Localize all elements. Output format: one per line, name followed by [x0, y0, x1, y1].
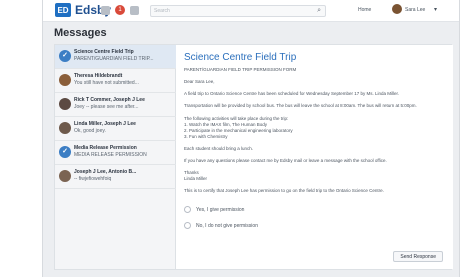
message-preview: PARENT/GUARDIAN FIELD TRIP...: [74, 56, 154, 62]
certify-statement: This is to certify that Joseph Lee has p…: [184, 188, 384, 193]
message-preview: Joey -- please see me after...: [74, 104, 139, 110]
user-name[interactable]: Sara Lee: [405, 7, 425, 13]
permission-yes-radio[interactable]: [184, 206, 191, 213]
user-avatar[interactable]: [392, 4, 402, 14]
activity-1: 1. Watch the IMAX film, The Human Body: [184, 122, 268, 127]
contact-note: If you have any questions please contact…: [184, 158, 387, 163]
message-item-science-centre[interactable]: ✓ Science Centre Field Trip PARENT/GUARD…: [55, 45, 176, 69]
check-icon: ✓: [59, 50, 71, 62]
person-avatar: [59, 122, 71, 134]
message-preview: You still have not submitted...: [74, 80, 139, 86]
message-title: Media Release Permission: [74, 145, 137, 151]
lunch-note: Each student should bring a lunch.: [184, 146, 254, 151]
activities-intro: The following activities will take place…: [184, 116, 289, 121]
message-item-linda[interactable]: Linda Miller, Joseph J Lee Ok, good joey…: [55, 117, 176, 141]
permission-no-label[interactable]: No, I do not give permission: [196, 223, 258, 229]
message-preview: MEDIA RELEASE PERMISSION: [74, 152, 147, 158]
send-response-button[interactable]: Send Response: [393, 251, 443, 262]
search-icon[interactable]: ⌕: [317, 7, 321, 15]
page-title: Messages: [54, 27, 107, 39]
body-line-2: Transportation will be provided by schoo…: [184, 103, 417, 108]
message-title: Joseph J Lee, Antonio B...: [74, 169, 137, 175]
message-title: Linda Miller, Joseph J Lee: [74, 121, 136, 127]
greeting: Dear Sara Lee,: [184, 79, 215, 84]
person-avatar: [59, 98, 71, 110]
messages-panel: ✓ Science Centre Field Trip PARENT/GUARD…: [54, 44, 453, 270]
message-title: Theresa Hildebrandt: [74, 73, 123, 79]
permission-yes-label[interactable]: Yes, I give permission: [196, 207, 244, 213]
permission-no-radio[interactable]: [184, 222, 191, 229]
signature: Linda Miller: [184, 176, 208, 181]
person-avatar: [59, 170, 71, 182]
message-item-media-release[interactable]: ✓ Media Release Permission MEDIA RELEASE…: [55, 141, 176, 165]
search-placeholder: Search: [154, 8, 170, 14]
message-title: Science Centre Field Trip: [74, 49, 134, 55]
activity-3: 3. Fun with Chemistry: [184, 134, 228, 139]
grid-icon[interactable]: [130, 6, 139, 15]
activity-2: 2. Participate in the mechanical enginee…: [184, 128, 293, 133]
check-icon: ✓: [59, 146, 71, 158]
form-name: PARENT/GUARDIAN FIELD TRIP PERMISSION FO…: [184, 67, 297, 72]
notification-badge[interactable]: 1: [115, 5, 125, 15]
person-avatar: [59, 74, 71, 86]
home-link[interactable]: Home: [358, 7, 371, 13]
message-title: Rick T Commer, Joseph J Lee: [74, 97, 145, 103]
apps-icon[interactable]: [101, 6, 110, 15]
thanks: Thanks: [184, 170, 199, 175]
message-preview: Ok, good joey.: [74, 128, 106, 134]
body-line-1: A field trip to Ontario Science Centre h…: [184, 91, 400, 96]
top-bar: ED Edsby 1 Search ⌕ Home Sara Lee ▾: [43, 0, 459, 22]
message-preview: -- fiwjefiowehfoiq: [74, 176, 112, 182]
logo-mark-icon: ED: [55, 3, 71, 17]
message-detail: Science Centre Field Trip PARENT/GUARDIA…: [176, 45, 453, 269]
message-detail-title: Science Centre Field Trip: [184, 52, 297, 63]
chevron-down-icon[interactable]: ▾: [434, 6, 437, 13]
message-item-joseph[interactable]: Joseph J Lee, Antonio B... -- fiwjefiowe…: [55, 165, 176, 189]
search-input[interactable]: Search ⌕: [150, 5, 326, 17]
message-list: ✓ Science Centre Field Trip PARENT/GUARD…: [55, 45, 176, 269]
app-frame: ED Edsby 1 Search ⌕ Home Sara Lee ▾ Mess…: [42, 0, 460, 277]
message-item-rick[interactable]: Rick T Commer, Joseph J Lee Joey -- plea…: [55, 93, 176, 117]
message-item-theresa[interactable]: Theresa Hildebrandt You still have not s…: [55, 69, 176, 93]
